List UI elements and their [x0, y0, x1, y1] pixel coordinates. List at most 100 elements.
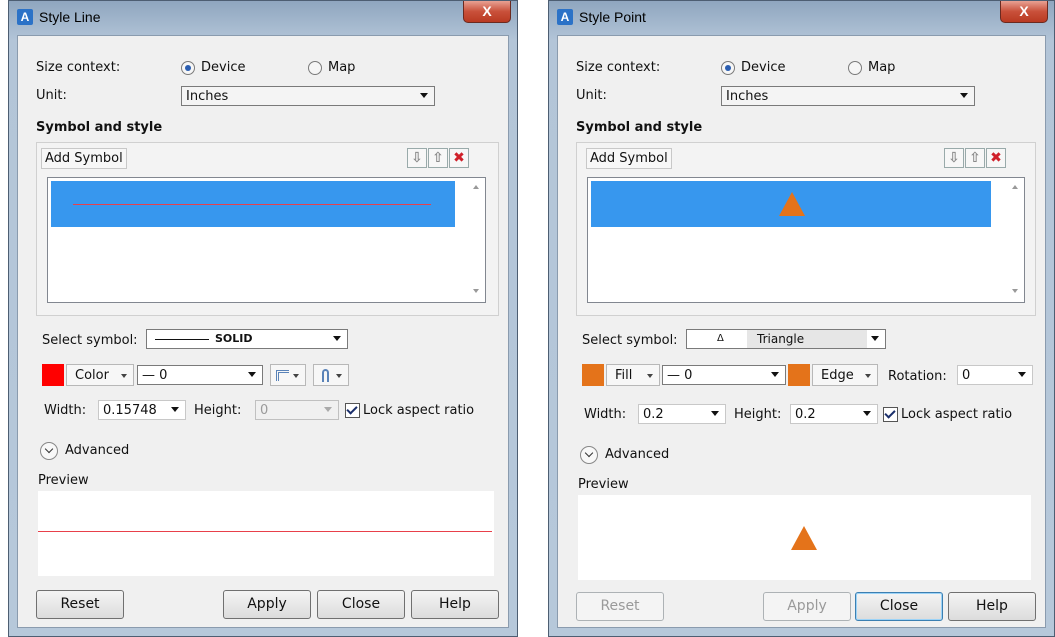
dialog-body: Size context: Device Map Unit: Inches Sy… — [557, 35, 1046, 628]
color-button[interactable]: Color — [66, 364, 134, 386]
chevron-down-icon — [960, 93, 968, 98]
reset-button[interactable]: Reset — [576, 592, 664, 621]
chevron-down-icon — [863, 411, 871, 416]
map-radio-label: Map — [868, 60, 896, 75]
title-bar[interactable]: A Style Point X — [549, 1, 1054, 35]
chevron-down-icon — [771, 372, 779, 377]
chevron-down-icon — [248, 372, 256, 377]
width-combo[interactable]: 0.15748 — [98, 400, 186, 420]
close-button[interactable]: Close — [317, 590, 405, 619]
select-symbol-combo[interactable]: Δ Triangle — [686, 329, 886, 349]
symbol-list[interactable] — [587, 177, 1025, 303]
apply-button[interactable]: Apply — [223, 590, 311, 619]
help-button[interactable]: Help — [411, 590, 499, 619]
lock-aspect-checkbox[interactable] — [883, 407, 898, 422]
chevron-down-icon — [420, 93, 428, 98]
preview-line — [38, 531, 492, 532]
map-radio[interactable] — [848, 61, 862, 75]
help-button[interactable]: Help — [948, 592, 1036, 621]
lock-aspect-label: Lock aspect ratio — [901, 407, 1013, 422]
line-join-button[interactable] — [270, 364, 306, 386]
scroll-down-icon[interactable] — [473, 289, 479, 293]
select-symbol-value: Triangle — [757, 332, 805, 346]
width-label: Width: — [584, 407, 627, 422]
chevron-down-icon — [711, 411, 719, 416]
fill-swatch[interactable] — [582, 364, 604, 386]
color-swatch[interactable] — [42, 364, 64, 386]
dialog-title: Style Point — [579, 9, 646, 25]
dialog-body: Size context: Device Map Unit: Inches Sy… — [17, 35, 509, 628]
reset-button[interactable]: Reset — [36, 590, 124, 619]
edge-label: Edge — [821, 368, 854, 383]
autocad-app-icon: A — [17, 9, 33, 25]
rotation-label: Rotation: — [888, 369, 947, 384]
line-sample — [73, 204, 431, 205]
solid-line-icon — [155, 339, 209, 340]
list-scrollbar[interactable] — [1007, 178, 1024, 302]
line-weight-select[interactable]: — 0 — [137, 365, 263, 385]
height-combo[interactable]: 0 — [255, 400, 339, 420]
map-radio[interactable] — [308, 61, 322, 75]
line-cap-button[interactable] — [313, 364, 349, 386]
rotation-combo[interactable]: 0 — [957, 365, 1033, 385]
width-label: Width: — [44, 403, 87, 418]
list-scrollbar[interactable] — [468, 178, 485, 302]
move-up-icon[interactable]: ⇧ — [428, 148, 448, 168]
symbol-style-heading: Symbol and style — [576, 120, 703, 135]
advanced-expand-icon[interactable] — [580, 446, 598, 464]
unit-label: Unit: — [36, 88, 67, 103]
size-context-label: Size context: — [576, 60, 661, 75]
line-weight-select[interactable]: — 0 — [662, 365, 786, 385]
line-join-icon — [276, 370, 289, 381]
move-up-icon[interactable]: ⇧ — [965, 148, 985, 168]
apply-button[interactable]: Apply — [763, 592, 851, 621]
add-symbol-button[interactable]: Add Symbol — [41, 148, 127, 169]
unit-select[interactable]: Inches — [181, 86, 435, 106]
chevron-down-icon — [293, 374, 299, 378]
add-symbol-button[interactable]: Add Symbol — [586, 148, 672, 169]
chevron-down-icon — [121, 374, 127, 378]
advanced-label[interactable]: Advanced — [605, 447, 669, 462]
scroll-up-icon[interactable] — [473, 185, 479, 189]
symbol-list[interactable] — [47, 177, 486, 303]
width-combo[interactable]: 0.2 — [638, 404, 726, 424]
chevron-down-icon — [336, 374, 342, 378]
preview-label: Preview — [578, 477, 629, 492]
chevron-down-icon — [171, 407, 179, 412]
height-label: Height: — [734, 407, 782, 422]
line-weight-value: — 0 — [142, 368, 168, 383]
device-radio[interactable] — [721, 61, 735, 75]
list-item[interactable] — [51, 181, 455, 227]
close-window-button[interactable]: X — [1000, 1, 1048, 23]
delete-icon[interactable]: ✖ — [449, 148, 469, 168]
preview-area — [38, 491, 494, 576]
advanced-expand-icon[interactable] — [40, 442, 58, 460]
advanced-label[interactable]: Advanced — [65, 443, 129, 458]
style-point-dialog: A Style Point X Size context: Device Map… — [548, 0, 1055, 637]
chevron-down-icon — [871, 336, 879, 341]
delete-icon[interactable]: ✖ — [986, 148, 1006, 168]
select-symbol-label: Select symbol: — [42, 333, 138, 348]
list-item[interactable] — [591, 181, 991, 227]
close-window-button[interactable]: X — [463, 1, 511, 23]
fill-button[interactable]: Fill — [606, 364, 660, 386]
select-symbol-combo[interactable]: SOLID — [146, 329, 348, 349]
scroll-up-icon[interactable] — [1012, 185, 1018, 189]
size-context-label: Size context: — [36, 60, 121, 75]
preview-area — [578, 495, 1031, 580]
chevron-down-icon — [333, 336, 341, 341]
device-radio[interactable] — [181, 61, 195, 75]
title-bar[interactable]: A Style Line X — [9, 1, 517, 35]
height-combo[interactable]: 0.2 — [790, 404, 878, 424]
edge-button[interactable]: Edge — [812, 364, 878, 386]
unit-select[interactable]: Inches — [721, 86, 975, 106]
chevron-down-icon — [1018, 372, 1026, 377]
width-value: 0.15748 — [103, 403, 157, 418]
move-down-icon[interactable]: ⇩ — [944, 148, 964, 168]
height-value: 0.2 — [795, 407, 816, 422]
edge-swatch[interactable] — [788, 364, 810, 386]
close-button[interactable]: Close — [855, 592, 943, 621]
move-down-icon[interactable]: ⇩ — [407, 148, 427, 168]
lock-aspect-checkbox[interactable] — [345, 403, 360, 418]
scroll-down-icon[interactable] — [1012, 289, 1018, 293]
